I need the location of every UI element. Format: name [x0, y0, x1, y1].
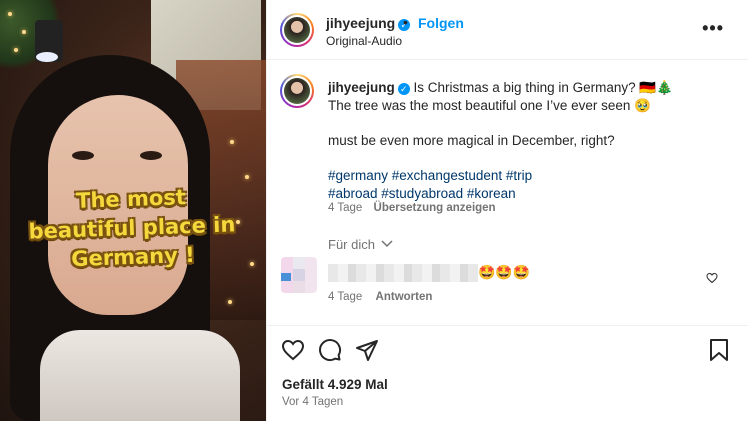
- post-video[interactable]: The most beautiful place in Germany !: [0, 0, 266, 421]
- person-shirt: [40, 330, 240, 421]
- header-separator: •: [403, 14, 408, 30]
- caption-author-avatar[interactable]: [280, 74, 314, 108]
- heart-icon[interactable]: [281, 338, 305, 362]
- post-details-panel: jihyeejung ✓ • Folgen Original-Audio ••• …: [266, 0, 748, 421]
- comment-time: 4 Tage: [328, 291, 363, 303]
- caption-line-2: The tree was the most beautiful one I’ve…: [328, 98, 651, 113]
- chevron-down-icon: [381, 240, 393, 248]
- caption-username[interactable]: jihyeejung: [328, 80, 395, 95]
- comment-blurred-text: [328, 264, 478, 282]
- post-caption: jihyeejung ✓ Is Christmas a big thing in …: [328, 79, 738, 203]
- caption-line-3: must be even more magical in December, r…: [328, 133, 615, 148]
- post-header: jihyeejung ✓ • Folgen Original-Audio •••: [267, 0, 748, 60]
- caption-line-1: Is Christmas a big thing in Germany? 🇩🇪🎄: [413, 80, 673, 95]
- author-username-row[interactable]: jihyeejung ✓: [326, 15, 411, 31]
- hashtags-line-2[interactable]: #abroad #studyabroad #korean: [328, 185, 738, 203]
- comment-emoji: 🤩🤩🤩: [478, 264, 531, 280]
- ellipsis-icon[interactable]: •••: [702, 18, 724, 39]
- bookmark-icon[interactable]: [708, 338, 730, 362]
- caption-meta: 4 Tage Übersetzung anzeigen: [328, 202, 496, 214]
- comment-like-heart-icon[interactable]: [706, 272, 718, 284]
- follow-button[interactable]: Folgen: [418, 15, 464, 31]
- share-paper-plane-icon[interactable]: [355, 338, 379, 362]
- for-you-label[interactable]: Für dich: [328, 237, 375, 252]
- post-date: Vor 4 Tagen: [282, 396, 344, 408]
- commenter-avatar[interactable]: [281, 257, 317, 293]
- comment-bubble-icon[interactable]: [318, 338, 342, 362]
- for-you-dropdown[interactable]: Für dich: [328, 237, 393, 252]
- author-username[interactable]: jihyeejung: [326, 15, 395, 31]
- reply-button[interactable]: Antworten: [376, 291, 433, 303]
- comment-meta: 4 Tage Antworten: [328, 291, 432, 303]
- caption-time: 4 Tage: [328, 202, 363, 214]
- hashtags-line-1[interactable]: #germany #exchangestudent #trip: [328, 167, 738, 185]
- translate-button[interactable]: Übersetzung anzeigen: [374, 202, 496, 214]
- verified-badge-icon: ✓: [397, 83, 410, 95]
- likes-count[interactable]: Gefällt 4.929 Mal: [282, 377, 388, 392]
- lamp-light: [36, 52, 58, 62]
- original-audio-link[interactable]: Original-Audio: [326, 34, 402, 48]
- post-actions: Gefällt 4.929 Mal Vor 4 Tagen: [267, 325, 748, 421]
- video-overlay-caption: The most beautiful place in Germany !: [28, 185, 236, 272]
- author-avatar[interactable]: [280, 13, 314, 47]
